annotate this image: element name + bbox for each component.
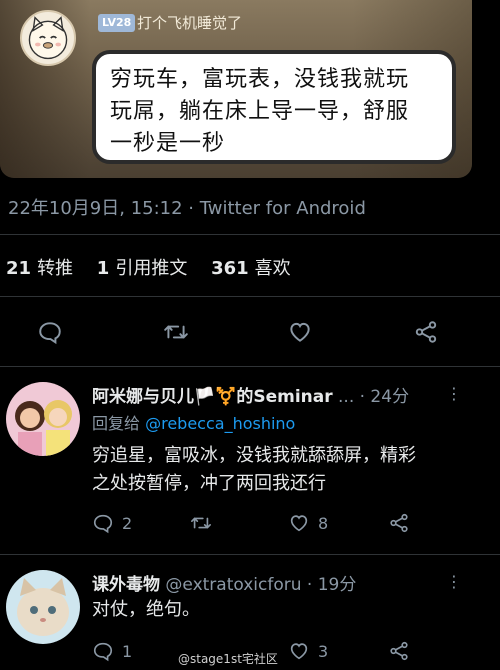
level-badge: LV28 bbox=[98, 14, 136, 32]
more-options-icon[interactable]: ⋮ bbox=[446, 572, 462, 591]
timestamp-text: 22年10月9日, 15:12 · bbox=[8, 198, 200, 219]
reply-icon bbox=[93, 514, 113, 534]
avatar[interactable] bbox=[6, 382, 80, 456]
bubble-line: 玩屌，躺在床上导一导，舒服 bbox=[110, 99, 410, 124]
divider bbox=[0, 296, 500, 297]
like-count: 8 bbox=[318, 513, 329, 533]
heart-icon bbox=[290, 643, 308, 660]
share-button[interactable] bbox=[388, 640, 418, 662]
replying-prefix: 回复给 bbox=[92, 414, 146, 433]
cat-avatar-icon bbox=[20, 10, 76, 66]
avatar[interactable] bbox=[6, 570, 80, 644]
share-icon bbox=[390, 641, 408, 661]
text-line: 对仗，绝句。 bbox=[92, 599, 200, 620]
quote-label[interactable]: 引用推文 bbox=[115, 258, 187, 279]
retweet-count[interactable]: 21 bbox=[6, 258, 31, 279]
like-button[interactable]: 3 bbox=[288, 640, 328, 662]
divider bbox=[0, 234, 500, 235]
reply-button[interactable] bbox=[30, 312, 70, 352]
more-options-icon[interactable]: ⋮ bbox=[446, 384, 462, 403]
like-count: 3 bbox=[318, 641, 329, 661]
quote-count[interactable]: 1 bbox=[97, 258, 110, 279]
tweet-stats: 21 转推 1 引用推文 361 喜欢 bbox=[6, 254, 309, 280]
tweet-media-image[interactable]: LV28 打个飞机睡觉了 穷玩车，富玩表，没钱我就玩 玩屌，躺在床上导一导，舒服… bbox=[0, 0, 472, 178]
replying-to: 回复给 @rebecca_hoshino bbox=[92, 410, 295, 434]
meme-nickname: 打个飞机睡觉了 bbox=[137, 14, 243, 32]
like-count[interactable]: 361 bbox=[211, 258, 249, 279]
retweet-button[interactable] bbox=[156, 312, 196, 352]
reply-text: 对仗，绝句。 bbox=[92, 596, 200, 624]
like-button[interactable] bbox=[280, 312, 320, 352]
retweet-button[interactable] bbox=[190, 512, 220, 534]
reply-icon bbox=[39, 322, 61, 345]
reply-count: 2 bbox=[122, 513, 133, 533]
retweet-icon bbox=[164, 325, 188, 339]
like-button[interactable]: 8 bbox=[288, 512, 328, 534]
bubble-line: 穷玩车，富玩表，没钱我就玩 bbox=[110, 67, 410, 92]
reply-header: 课外毒物 @extratoxicforu · 19分 bbox=[92, 570, 357, 595]
tweet-action-bar bbox=[0, 312, 500, 352]
reply-count: 1 bbox=[122, 641, 133, 661]
mention-link[interactable]: @rebecca_hoshino bbox=[145, 414, 295, 433]
speech-bubble: 穷玩车，富玩表，没钱我就玩 玩屌，躺在床上导一导，舒服 一秒是一秒 bbox=[92, 50, 456, 164]
handle-time: ... · 24分 bbox=[332, 387, 410, 407]
reply-header: 阿米娜与贝儿🏳️⚧️的Seminar ... · 24分 bbox=[92, 382, 410, 407]
watermark: @stage1st宅社区 bbox=[178, 652, 278, 666]
text-line: 穷追星，富吸冰，没钱我就舔舔屏，精彩 bbox=[92, 445, 416, 466]
divider bbox=[0, 366, 500, 367]
retweet-icon bbox=[191, 517, 211, 529]
reply-button[interactable]: 2 bbox=[92, 512, 132, 534]
like-label[interactable]: 喜欢 bbox=[255, 258, 291, 279]
display-name[interactable]: 课外毒物 bbox=[92, 575, 160, 595]
handle-time: @extratoxicforu · 19分 bbox=[160, 575, 357, 595]
tweet-source[interactable]: Twitter for Android bbox=[200, 198, 366, 219]
reply-action-bar: 2 8 bbox=[92, 512, 492, 538]
retweet-label[interactable]: 转推 bbox=[37, 258, 73, 279]
reply-button[interactable]: 1 bbox=[92, 640, 132, 662]
share-button[interactable] bbox=[406, 312, 446, 352]
share-icon bbox=[390, 513, 408, 533]
heart-icon bbox=[290, 322, 310, 342]
tweet-timestamp[interactable]: 22年10月9日, 15:12 · Twitter for Android bbox=[8, 194, 366, 220]
share-button[interactable] bbox=[388, 512, 418, 534]
display-name[interactable]: 阿米娜与贝儿🏳️⚧️的Seminar bbox=[92, 387, 333, 407]
bubble-line: 一秒是一秒 bbox=[110, 131, 226, 156]
reply-action-bar: 1 3 bbox=[92, 640, 492, 666]
reply-text: 穷追星，富吸冰，没钱我就舔舔屏，精彩 之处按暂停，冲了两回我还行 bbox=[92, 442, 416, 498]
share-icon bbox=[415, 321, 437, 343]
divider bbox=[0, 554, 500, 555]
reply-tweet[interactable]: 阿米娜与贝儿🏳️⚧️的Seminar ... · 24分 ⋮ 回复给 @rebe… bbox=[0, 382, 500, 542]
text-line: 之处按暂停，冲了两回我还行 bbox=[92, 473, 326, 494]
reply-icon bbox=[93, 642, 113, 662]
heart-icon bbox=[290, 515, 308, 532]
